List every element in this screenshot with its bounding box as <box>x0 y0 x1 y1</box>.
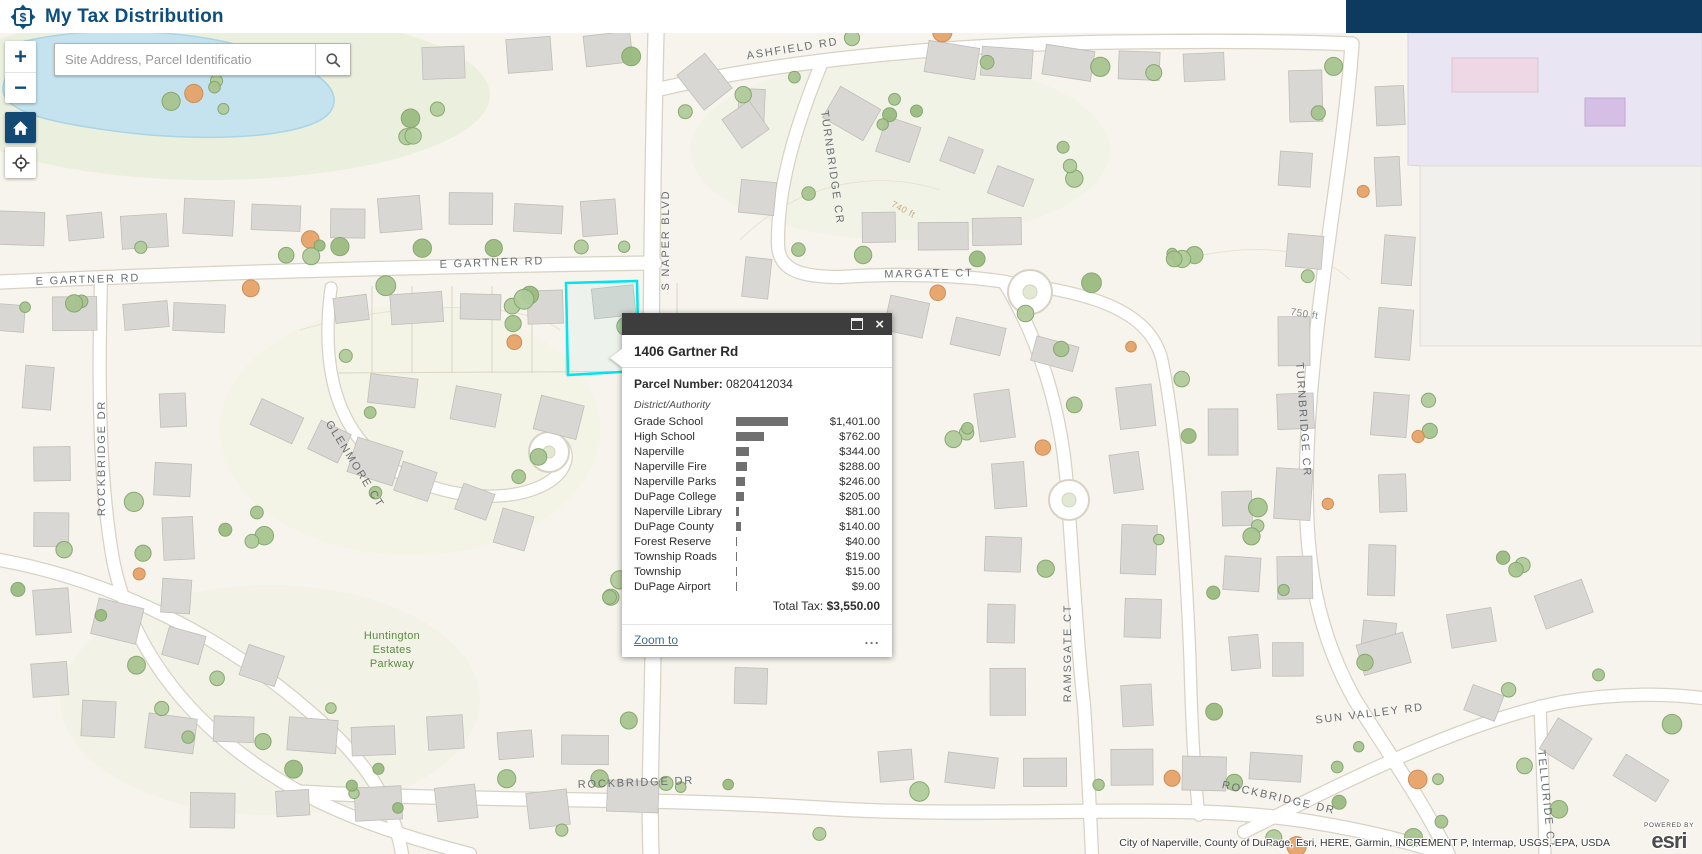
esri-logo: POWERED BY esri <box>1644 822 1694 853</box>
tax-row-amount: $205.00 <box>839 490 880 503</box>
zoom-controls: + − <box>5 41 36 103</box>
popup-content: Parcel Number: 0820412034 District/Autho… <box>622 368 892 615</box>
total-tax-label: Total Tax: <box>772 599 824 613</box>
home-button[interactable] <box>5 112 36 143</box>
zoom-to-link[interactable]: Zoom to <box>634 633 678 647</box>
tax-row-amount: $762.00 <box>839 430 880 443</box>
popup-header[interactable]: × <box>622 313 892 335</box>
tax-row-amount: $40.00 <box>845 535 880 548</box>
tax-row: Township $15.00 <box>634 564 880 579</box>
map-attribution: City of Naperville, County of DuPage, Es… <box>1119 837 1610 849</box>
area-label-huntington-3: Parkway <box>370 658 414 670</box>
search-box <box>54 43 351 76</box>
popup-pointer <box>610 349 622 367</box>
tax-row-label: DuPage Airport <box>634 580 711 593</box>
popup-footer: Zoom to ... <box>622 624 892 657</box>
home-icon <box>13 120 28 135</box>
road-label-margate: MARGATE CT <box>884 267 973 281</box>
tax-row-bar <box>736 447 792 456</box>
tax-row: Naperville Library $81.00 <box>634 504 880 519</box>
tax-row: Grade School $1,401.00 <box>634 414 880 429</box>
tax-row: Naperville Fire $288.00 <box>634 459 880 474</box>
area-label-huntington-1: Huntington <box>364 630 420 642</box>
locate-button[interactable] <box>5 147 36 178</box>
tax-row-amount: $81.00 <box>845 505 880 518</box>
tax-row-label: Naperville Fire <box>634 460 707 473</box>
tax-row-label: High School <box>634 430 695 443</box>
tax-row-label: Naperville <box>634 445 685 458</box>
tax-row-bar <box>736 537 792 546</box>
tax-row-amount: $344.00 <box>839 445 880 458</box>
tax-row-label: Grade School <box>634 415 704 428</box>
maximize-icon[interactable] <box>851 318 864 330</box>
app-window: ASHFIELD RD E GARTNER RD E GARTNER RD S … <box>0 0 1702 854</box>
svg-text:$: $ <box>20 10 27 24</box>
more-options-button[interactable]: ... <box>865 633 880 646</box>
tax-row-amount: $288.00 <box>839 460 880 473</box>
tax-row-bar <box>736 492 792 501</box>
district-authority-label: District/Authority <box>634 399 711 411</box>
tax-row-amount: $15.00 <box>845 565 880 578</box>
header-right-panel <box>1346 0 1702 33</box>
tax-row-label: Township <box>634 565 682 578</box>
search-button[interactable] <box>315 44 350 75</box>
road-label-rockbridge-1: ROCKBRIDGE DR <box>96 400 108 516</box>
parcel-number-label: Parcel Number: <box>634 377 723 391</box>
tax-row-bar <box>736 567 792 576</box>
tax-row-amount: $246.00 <box>839 475 880 488</box>
tax-row-bar <box>736 417 792 426</box>
tax-row-bar <box>736 432 792 441</box>
tax-row: High School $762.00 <box>634 429 880 444</box>
tax-row-label: DuPage County <box>634 520 714 533</box>
tax-row: Naperville Parks $246.00 <box>634 474 880 489</box>
tax-row: DuPage College $205.00 <box>634 489 880 504</box>
right-regions <box>1407 32 1702 347</box>
zoom-in-button[interactable]: + <box>5 41 36 72</box>
zoom-out-button[interactable]: − <box>5 72 36 103</box>
tax-row-bar <box>736 477 792 486</box>
tax-row: Forest Reserve $40.00 <box>634 534 880 549</box>
tax-row-amount: $1,401.00 <box>829 415 880 428</box>
road-label-ramsgate: RAMSGATE CT <box>1062 604 1074 702</box>
tax-row-label: Naperville Library <box>634 505 722 518</box>
area-label-huntington-2: Estates <box>373 644 412 656</box>
tax-row: Township Roads $19.00 <box>634 549 880 564</box>
tax-row-label: Township Roads <box>634 550 717 563</box>
tax-row: Naperville $344.00 <box>634 444 880 459</box>
tax-row-label: DuPage College <box>634 490 717 503</box>
tax-row-label: Forest Reserve <box>634 535 712 548</box>
total-tax-amount: $3,550.00 <box>826 599 880 613</box>
search-icon <box>326 52 341 67</box>
tax-row-bar <box>736 582 792 591</box>
tax-row-label: Naperville Parks <box>634 475 717 488</box>
tax-row-amount: $19.00 <box>845 550 880 563</box>
tax-row-amount: $9.00 <box>851 580 880 593</box>
tax-row: DuPage Airport $9.00 <box>634 579 880 594</box>
esri-wordmark: esri <box>1651 828 1687 853</box>
tax-row-bar <box>736 507 792 516</box>
parcel-number-value: 0820412034 <box>726 377 793 391</box>
tax-row-bar <box>736 552 792 561</box>
tax-row-bar <box>736 522 792 531</box>
tax-distribution-chart: Grade School $1,401.00 High School $762.00… <box>634 414 880 594</box>
app-logo-icon: $ <box>10 4 36 29</box>
road-label-naper: S NAPER BLVD <box>660 190 672 291</box>
tax-row-amount: $140.00 <box>839 520 880 533</box>
search-input[interactable] <box>55 44 315 75</box>
popup-title: 1406 Gartner Rd <box>622 335 892 368</box>
page-title: My Tax Distribution <box>45 5 224 27</box>
locate-icon <box>12 154 29 171</box>
close-icon[interactable]: × <box>875 317 884 332</box>
total-tax-line: Total Tax: $3,550.00 <box>634 599 880 613</box>
parcel-number-line: Parcel Number: 0820412034 <box>634 377 880 391</box>
parcel-popup: × 1406 Gartner Rd Parcel Number: 0820412… <box>610 313 892 657</box>
tax-row: DuPage County $140.00 <box>634 519 880 534</box>
tax-row-bar <box>736 462 792 471</box>
